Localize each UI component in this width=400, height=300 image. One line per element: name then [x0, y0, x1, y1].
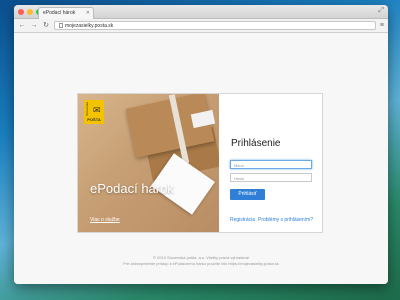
login-button[interactable]: Prihlásiť: [230, 189, 265, 200]
posthorn-icon: ✉: [93, 105, 101, 115]
parcel-label: [190, 109, 216, 129]
username-field[interactable]: Meno: [230, 160, 312, 169]
reload-icon[interactable]: ↻: [42, 21, 50, 31]
browser-toolbar: ← → ↻ mojezasielky.posta.sk ≡: [14, 19, 388, 33]
close-window-button[interactable]: [18, 9, 24, 15]
page-icon: [59, 23, 63, 28]
minimize-window-button[interactable]: [27, 9, 33, 15]
tab-title: ePodací hárok: [43, 10, 76, 16]
logo-side-text: Slovenská: [85, 102, 89, 116]
address-url: mojezasielky.posta.sk: [65, 22, 114, 29]
back-icon[interactable]: ←: [18, 21, 26, 31]
register-link[interactable]: Registrácia: [230, 217, 255, 223]
page-content: Slovenská ✉ POŠTA ePodací hárok Viac o s…: [14, 34, 388, 284]
forward-icon[interactable]: →: [30, 21, 38, 31]
menu-icon[interactable]: ≡: [380, 22, 384, 29]
service-info-link[interactable]: Viac o službe: [90, 217, 120, 223]
hero-title: ePodací hárok: [90, 181, 174, 196]
title-bar: ePodací hárok ✕ ⤢: [14, 5, 388, 19]
tab-close-icon[interactable]: ✕: [86, 10, 90, 16]
address-bar[interactable]: mojezasielky.posta.sk: [54, 21, 376, 30]
posta-logo: Slovenská ✉ POŠTA: [84, 100, 104, 124]
password-placeholder: Heslo: [234, 176, 245, 181]
login-title: Prihlásenie: [231, 138, 281, 149]
logo-text: POŠTA: [87, 117, 101, 122]
fullscreen-icon[interactable]: ⤢: [378, 7, 384, 15]
footer-note: Pre zabezpečenie prístup k ePodaciemu há…: [123, 261, 279, 266]
browser-tab[interactable]: ePodací hárok ✕: [38, 7, 94, 19]
login-panel: Prihlásenie Meno Heslo Prihlásiť Registr…: [219, 94, 322, 232]
browser-window: ePodací hárok ✕ ⤢ ← → ↻ mojezasielky.pos…: [14, 5, 388, 284]
hero-panel: Slovenská ✉ POŠTA ePodací hárok Viac o s…: [78, 94, 219, 232]
username-placeholder: Meno: [234, 163, 245, 168]
password-field[interactable]: Heslo: [230, 173, 312, 182]
login-card: Slovenská ✉ POŠTA ePodací hárok Viac o s…: [77, 93, 323, 233]
login-problems-link[interactable]: Problémy s prihlásením?: [258, 217, 313, 223]
page-footer: © 2013 Slovenská pošta, a.s. Všetky práv…: [14, 255, 388, 267]
